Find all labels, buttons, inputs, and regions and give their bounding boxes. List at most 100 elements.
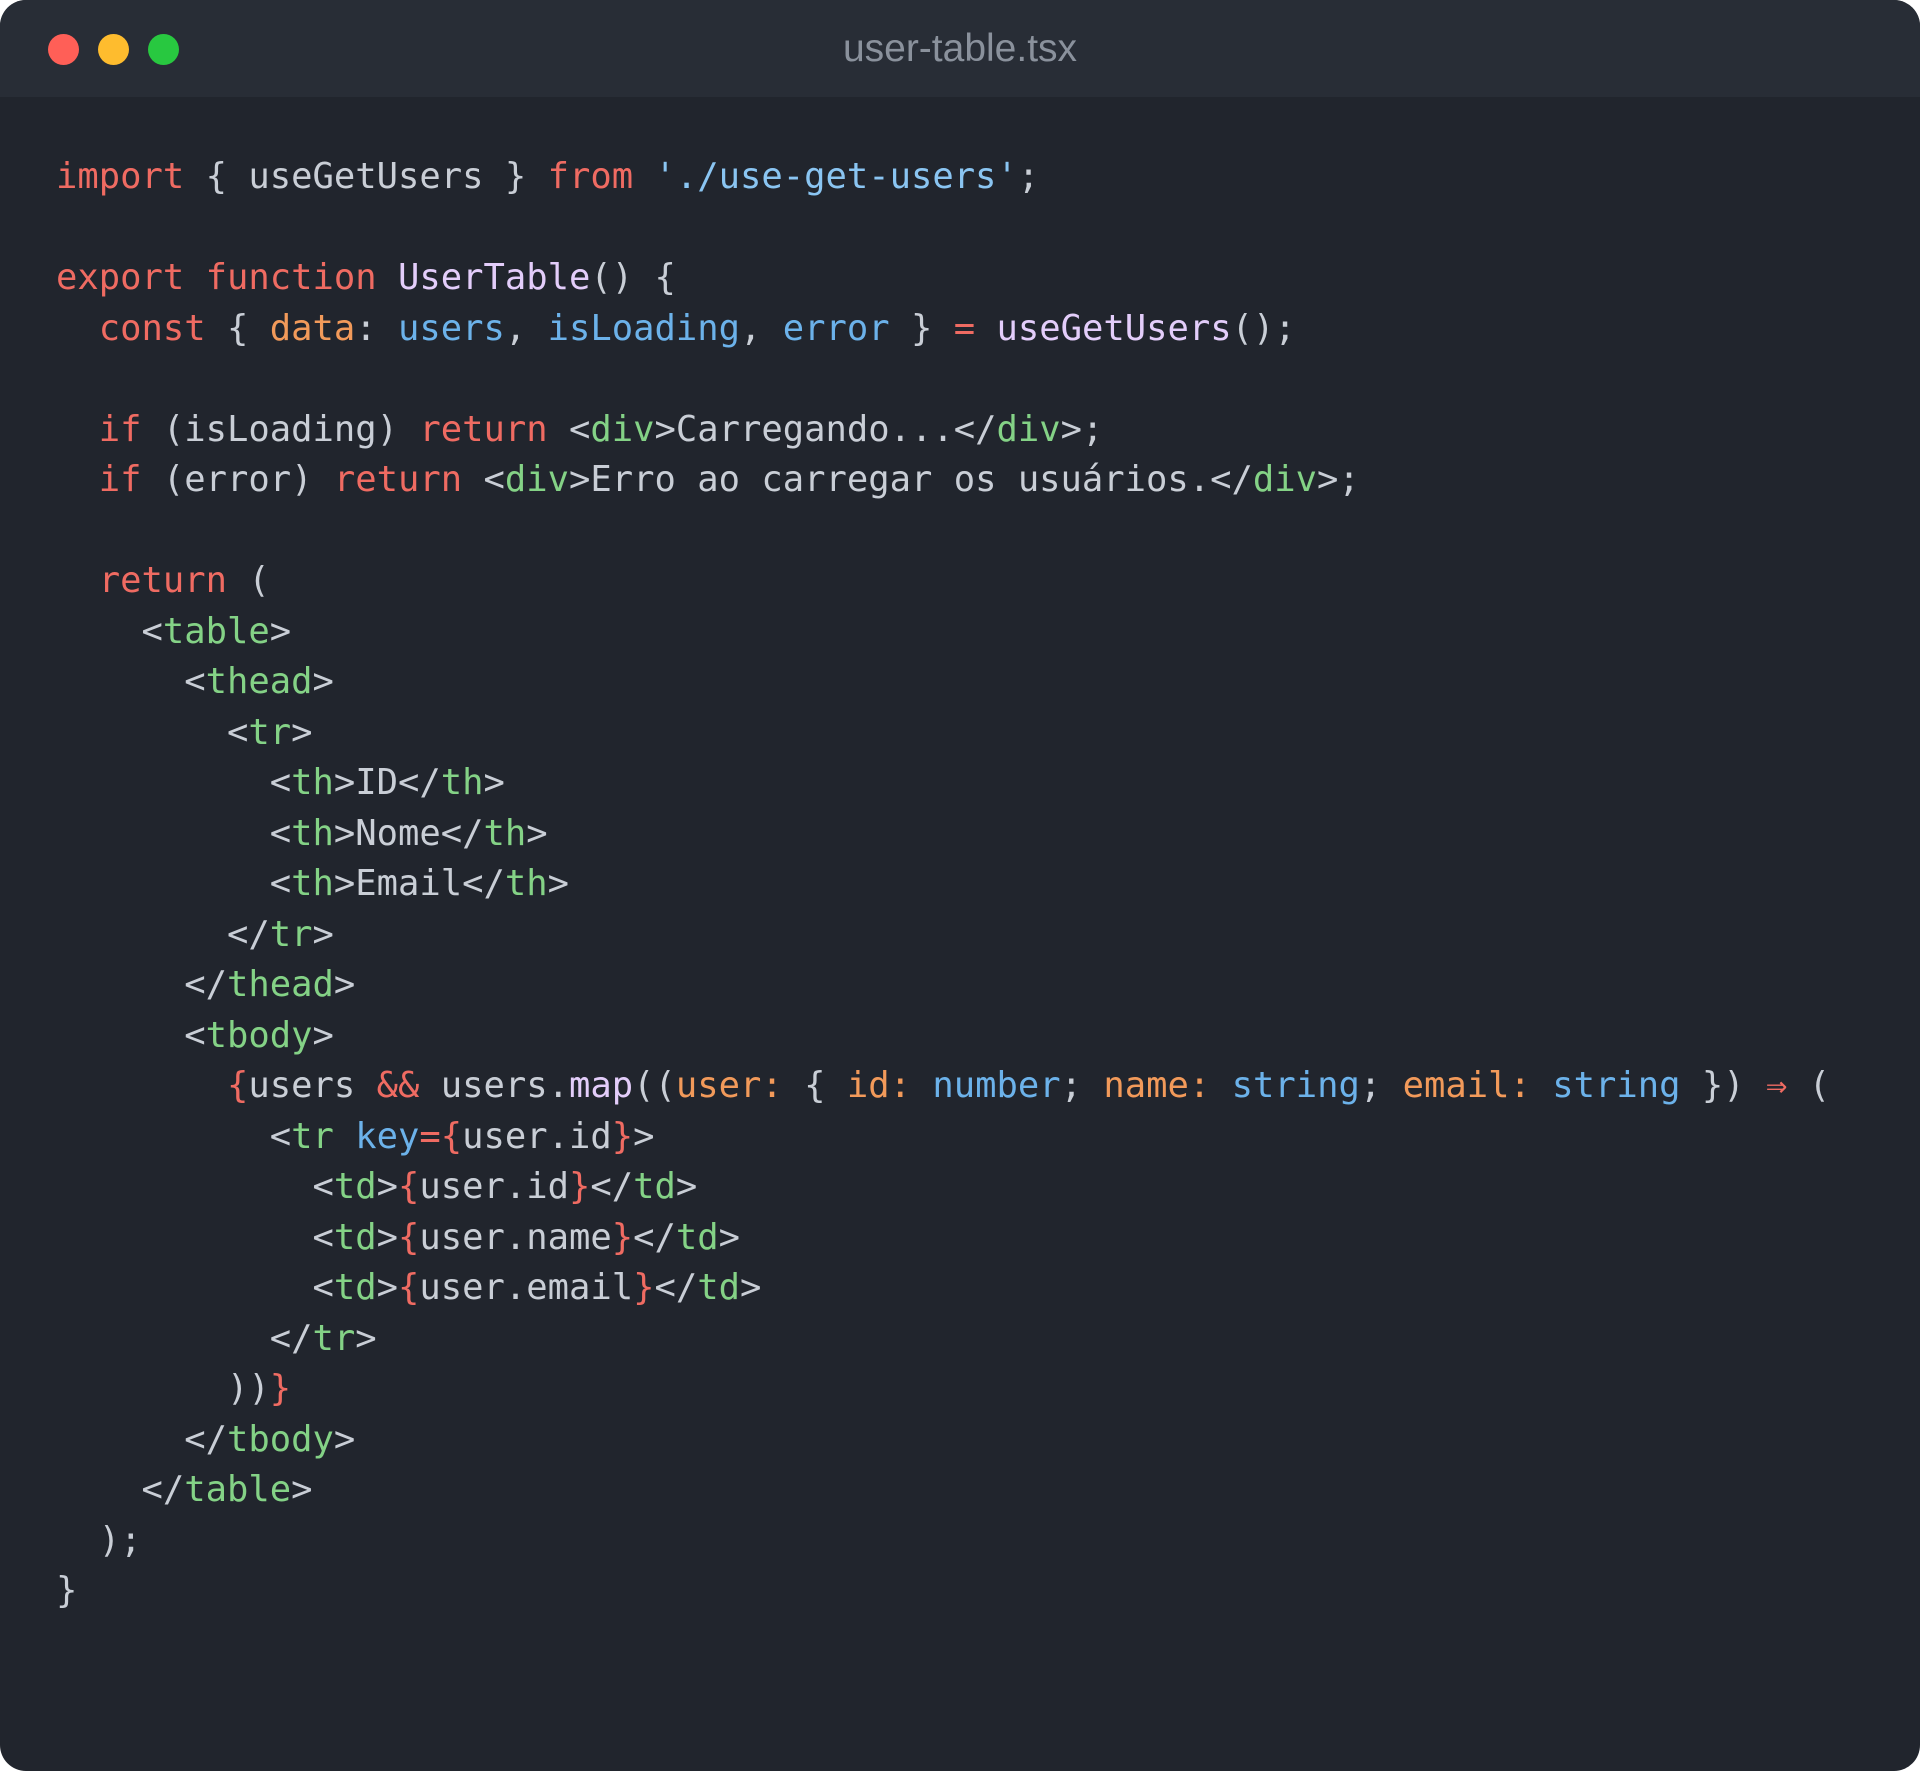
code-token: td [333,1166,377,1207]
title-bar: user-table.tsx [0,0,1920,97]
code-token: < [56,1267,334,1308]
code-token: < [56,863,292,904]
code-token: < [56,711,249,753]
code-token: > [675,1166,698,1207]
code-token: thead [226,964,334,1005]
code-token: user.id [419,1166,569,1207]
code-token: > [312,1014,334,1056]
code-line: <tbody> [56,1011,1830,1062]
code-token: th [291,812,334,854]
code-token: } [889,307,954,349]
code-token: user.name [419,1216,612,1258]
code-token: ( [1787,1065,1831,1106]
code-token: < [56,1115,292,1157]
code-line: </table> [56,1465,1830,1516]
code-token: function [205,257,377,298]
code-token: { [226,1065,249,1106]
code-line: <th>Nome</th> [56,809,1830,860]
code-token: { [397,1267,420,1308]
code-token: key [355,1115,420,1157]
code-token: map [568,1065,634,1106]
code-token: </ [56,1317,313,1359]
code-token: </ [590,1166,634,1207]
code-token: export [56,257,185,298]
code-token: > [483,762,505,803]
code-token: data [269,307,356,349]
code-token: < [56,610,163,652]
code-line: <tr key={user.id}> [56,1112,1830,1163]
code-line: {users && users.map((user: { id: number;… [56,1061,1830,1112]
code-token: email: [1402,1065,1531,1106]
code-line: const { data: users, isLoading, error } … [56,304,1830,355]
code-token: string [1231,1065,1360,1106]
code-token: td [333,1267,377,1308]
code-token: </ [56,913,270,955]
code-token: : [355,307,398,349]
code-token: ; [1359,1065,1403,1106]
code-token: th [483,812,527,854]
code-token: table [184,1469,292,1510]
code-token: tr [312,1317,356,1359]
code-token: < [56,1216,334,1258]
code-token: } [611,1115,634,1157]
code-line: <thead> [56,657,1830,708]
code-token: { [440,1115,463,1157]
code-block[interactable]: import { useGetUsers } from './use-get-u… [56,152,1830,1617]
code-token: td [675,1216,719,1258]
code-line: ))} [56,1364,1830,1415]
code-token: > [547,863,569,904]
code-token: > [269,610,292,652]
code-token: < [56,661,206,702]
code-token: < [547,408,591,450]
code-token: = [419,1115,441,1157]
code-token: users [248,1065,377,1106]
code-token: tr [248,711,292,753]
code-token: > [376,1216,398,1258]
code-token: tbody [226,1418,334,1460]
code-token: )) [56,1368,270,1409]
code-token: { [205,307,270,349]
code-line: <table> [56,607,1830,658]
code-token: </ [56,1418,227,1460]
code-line: <td>{user.email}</td> [56,1263,1830,1314]
code-token: th [440,762,484,803]
code-line: export function UserTable() { [56,253,1830,304]
code-token: ⇒ [1765,1065,1788,1106]
code-line: <th>Email</th> [56,859,1830,910]
code-token: users. [419,1065,569,1106]
window-title: user-table.tsx [842,27,1078,70]
code-token: const [98,307,206,349]
code-token: th [291,762,334,803]
code-token: } [568,1166,591,1207]
code-token: < [56,812,292,854]
code-token: user: [675,1065,783,1106]
code-token: </ [56,1469,185,1510]
code-token: useGetUsers [996,307,1232,349]
code-line: </tr> [56,1314,1830,1365]
code-token: ; [1060,1065,1104,1106]
code-token: < [56,1014,206,1056]
code-token: </ [56,964,227,1005]
code-token: tr [291,1115,334,1157]
code-token: { useGetUsers } [184,156,548,197]
code-token: if [98,459,142,500]
code-token: from [547,156,634,197]
code-token: }) [1680,1065,1766,1106]
code-token: import [56,156,185,197]
code-token: if [98,408,142,450]
code-token: tr [269,913,313,955]
code-token: error [782,307,890,349]
code-token: user.email [419,1267,634,1308]
code-token: ; [1017,156,1040,197]
